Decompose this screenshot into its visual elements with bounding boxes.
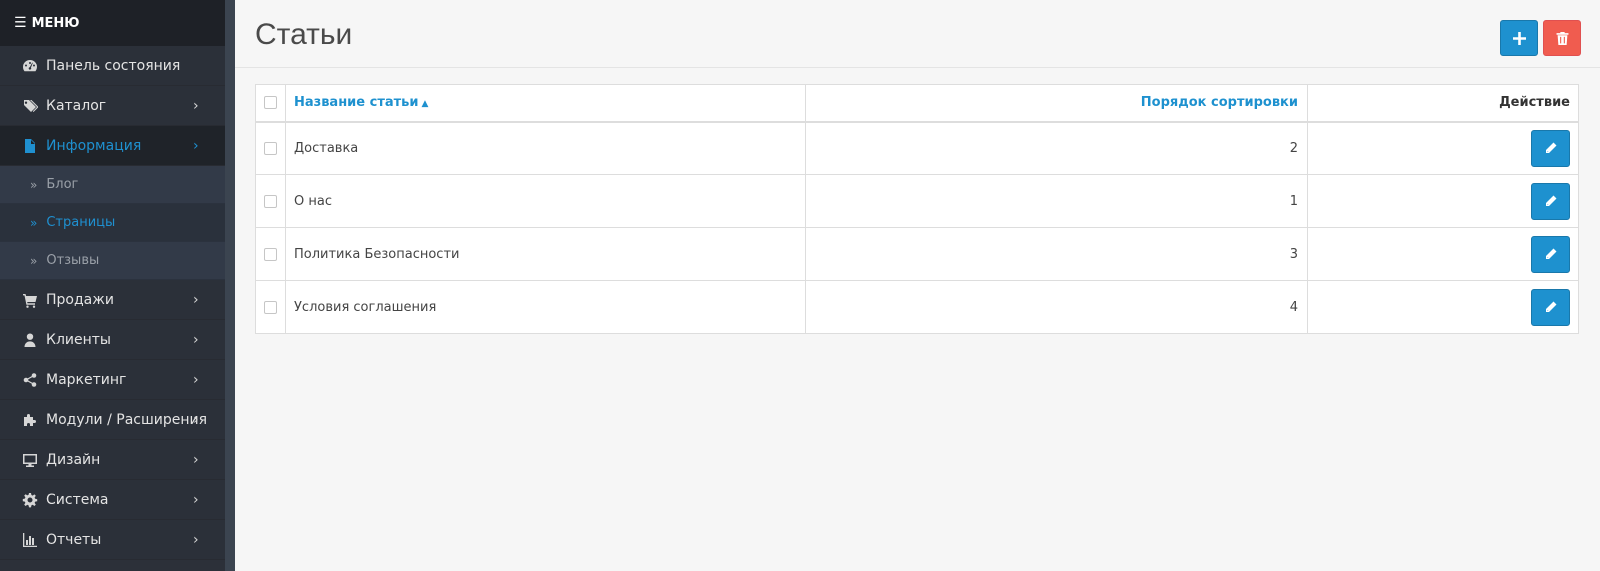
sidebar-item-reports[interactable]: Отчеты › — [0, 520, 235, 560]
chevron-right-icon: › — [193, 492, 199, 508]
delete-button[interactable] — [1543, 20, 1581, 56]
sidebar-subitem-label: Блог — [46, 177, 79, 192]
file-icon — [19, 138, 41, 154]
chevron-right-icon: › — [193, 292, 199, 308]
menu-header[interactable]: ☰ МЕНЮ — [0, 0, 235, 46]
article-sort-order: 4 — [805, 280, 1308, 334]
table-row: Условия соглашения 4 — [255, 280, 1579, 334]
table-row: Политика Безопасности 3 — [255, 227, 1579, 281]
article-sort-order: 1 — [805, 174, 1308, 228]
sidebar-subitem-reviews[interactable]: » Отзывы — [0, 242, 235, 280]
hamburger-icon: ☰ — [14, 15, 27, 31]
menu-label: МЕНЮ — [31, 15, 80, 31]
add-button[interactable] — [1500, 20, 1538, 56]
table-row: О нас 1 — [255, 174, 1579, 228]
article-sort-order: 3 — [805, 227, 1308, 281]
sort-by-name-link[interactable]: Название статьи ▲ — [294, 95, 428, 110]
sort-by-order-link[interactable]: Порядок сортировки — [1141, 95, 1298, 110]
chevron-right-icon: › — [193, 138, 199, 154]
tags-icon — [19, 98, 41, 114]
page-header: Статьи — [235, 0, 1600, 68]
sidebar-item-marketing[interactable]: Маркетинг › — [0, 360, 235, 400]
double-chevron-icon: » — [30, 215, 38, 230]
pencil-icon — [1545, 195, 1556, 206]
puzzle-icon — [19, 412, 41, 428]
pencil-icon — [1545, 248, 1556, 259]
edit-button[interactable] — [1531, 288, 1570, 326]
sidebar: ☰ МЕНЮ Панель состояния Каталог › Информ… — [0, 0, 235, 571]
sidebar-item-catalog[interactable]: Каталог › — [0, 86, 235, 126]
double-chevron-icon: » — [30, 253, 38, 268]
sidebar-item-system[interactable]: Система › — [0, 480, 235, 520]
dashboard-icon — [19, 58, 41, 74]
sidebar-item-dashboard[interactable]: Панель состояния — [0, 46, 235, 86]
chevron-right-icon: › — [193, 452, 199, 468]
row-checkbox[interactable] — [264, 141, 277, 155]
article-name: Доставка — [285, 121, 806, 175]
cart-icon — [19, 292, 41, 308]
chevron-right-icon: › — [193, 532, 199, 548]
user-icon — [19, 332, 41, 348]
table-header-row: Название статьи ▲ Порядок сортировки Дейс… — [255, 84, 1579, 123]
pencil-icon — [1545, 301, 1556, 312]
row-checkbox[interactable] — [264, 247, 277, 261]
sidebar-item-sales[interactable]: Продажи › — [0, 280, 235, 320]
caret-up-icon: ▲ — [421, 99, 429, 110]
chevron-right-icon: › — [193, 332, 199, 348]
main-content: Статьи Название статьи ▲ Порядок сортиров… — [235, 0, 1600, 571]
sidebar-item-customers[interactable]: Клиенты › — [0, 320, 235, 360]
chevron-right-icon: › — [193, 412, 199, 428]
select-all-checkbox[interactable] — [264, 96, 277, 110]
column-header-action: Действие — [1307, 84, 1579, 123]
edit-button[interactable] — [1531, 182, 1570, 220]
sidebar-item-label: Каталог — [46, 97, 107, 114]
pencil-icon — [1545, 142, 1556, 154]
sidebar-subitem-label: Отзывы — [46, 253, 100, 268]
sidebar-item-label: Система — [46, 491, 109, 508]
edit-button[interactable] — [1531, 129, 1570, 167]
sidebar-item-label: Клиенты — [46, 331, 111, 348]
chevron-right-icon: › — [193, 98, 199, 114]
sidebar-item-information[interactable]: Информация › — [0, 126, 235, 166]
sidebar-item-label: Панель состояния — [46, 57, 181, 74]
chevron-right-icon: › — [193, 372, 199, 388]
sidebar-item-label: Продажи — [46, 291, 114, 308]
sidebar-item-label: Отчеты — [46, 531, 102, 548]
sidebar-item-label: Информация — [46, 137, 142, 154]
gear-icon — [19, 492, 41, 508]
select-all-cell — [255, 84, 286, 123]
sidebar-subitem-pages[interactable]: » Страницы — [0, 204, 235, 242]
sidebar-item-label: Маркетинг — [46, 371, 127, 388]
articles-table: Название статьи ▲ Порядок сортировки Дейс… — [255, 84, 1579, 334]
table-row: Доставка 2 — [255, 121, 1579, 175]
monitor-icon — [19, 452, 41, 468]
sidebar-item-label: Дизайн — [46, 451, 101, 468]
sidebar-subitem-blog[interactable]: » Блог — [0, 166, 235, 204]
trash-icon — [1556, 31, 1568, 45]
article-sort-order: 2 — [805, 121, 1308, 175]
article-name: О нас — [285, 174, 806, 228]
edit-button[interactable] — [1531, 235, 1570, 273]
sidebar-item-design[interactable]: Дизайн › — [0, 440, 235, 480]
sidebar-subitem-label: Страницы — [46, 215, 116, 230]
share-icon — [19, 372, 41, 388]
sidebar-item-extensions[interactable]: Модули / Расширения › — [0, 400, 235, 440]
article-name: Условия соглашения — [285, 280, 806, 334]
row-checkbox[interactable] — [264, 194, 277, 208]
page-title: Статьи — [255, 18, 353, 51]
plus-icon — [1512, 31, 1526, 45]
bar-chart-icon — [19, 532, 41, 548]
row-checkbox[interactable] — [264, 300, 277, 314]
column-header-sort-order[interactable]: Порядок сортировки — [805, 84, 1308, 123]
sidebar-item-label: Модули / Расширения — [46, 411, 208, 428]
article-name: Политика Безопасности — [285, 227, 806, 281]
column-header-name[interactable]: Название статьи ▲ — [285, 84, 806, 123]
double-chevron-icon: » — [30, 177, 38, 192]
